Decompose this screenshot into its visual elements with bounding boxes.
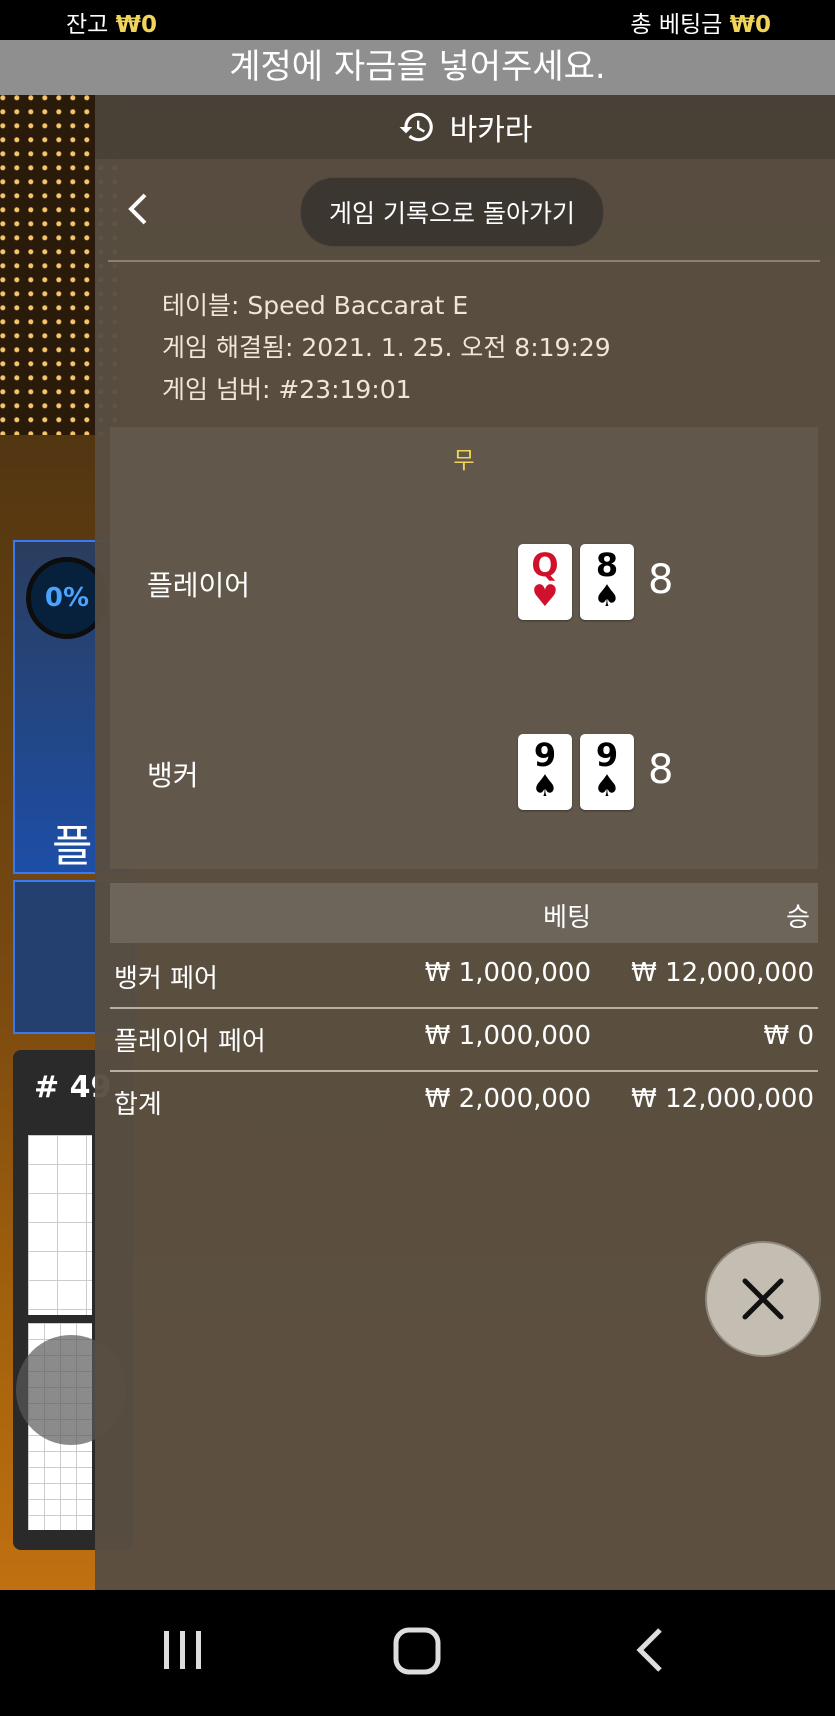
row-bet: ₩ 1,000,000	[424, 1021, 591, 1051]
player-hand-label: 플레이어	[147, 569, 251, 602]
game-history-panel: 바카라 게임 기록으로 돌아가기 테이블: Speed Baccarat E 게…	[95, 95, 835, 1590]
table-row: 플레이어 페어 ₩ 1,000,000 ₩ 0	[110, 1008, 818, 1072]
row-name: 뱅커 페어	[114, 964, 218, 994]
row-bet: ₩ 1,000,000	[424, 958, 591, 988]
banker-hand-label: 뱅커	[147, 759, 199, 792]
spade-icon: ♠	[593, 579, 621, 614]
balance-label: 잔고	[66, 12, 109, 38]
home-icon[interactable]	[391, 1625, 443, 1677]
settled-time: 게임 해결됨: 2021. 1. 25. 오전 8:19:29	[162, 333, 611, 362]
recent-apps-icon[interactable]	[158, 1625, 208, 1675]
balance-value: ₩0	[115, 12, 158, 38]
deposit-banner[interactable]: 계정에 자금을 넣어주세요.	[0, 40, 835, 95]
close-icon	[742, 1278, 784, 1320]
table-name: 테이블: Speed Baccarat E	[162, 291, 469, 320]
panel-title: 바카라	[449, 113, 533, 148]
banker-card-2: 9 ♠	[580, 734, 634, 810]
bead-road-grid	[28, 1135, 92, 1315]
player-card-1: Q ♥	[518, 544, 572, 620]
result-box: 무 플레이어 Q ♥ 8 ♠ 8 뱅커 9 ♠ 9 ♠ 8	[110, 427, 818, 869]
bet-table-header: 베팅 승	[110, 883, 818, 943]
back-to-history-button[interactable]: 게임 기록으로 돌아가기	[300, 177, 604, 247]
system-nav-bar	[0, 1590, 835, 1716]
back-chevron-icon[interactable]	[123, 189, 163, 229]
banker-score: 8	[648, 747, 674, 793]
total-bet: 총 베팅금 ₩0	[630, 5, 771, 39]
row-name: 플레이어 페어	[114, 1027, 266, 1057]
header-bet: 베팅	[543, 903, 591, 933]
game-number: 게임 넘버: #23:19:01	[162, 375, 412, 404]
header-win: 승	[786, 903, 810, 933]
spade-icon: ♠	[593, 769, 621, 804]
back-icon[interactable]	[630, 1625, 670, 1675]
panel-nav: 게임 기록으로 돌아가기	[95, 159, 835, 261]
total-bet-value: ₩0	[729, 12, 771, 38]
row-name: 합계	[114, 1090, 162, 1120]
heart-icon: ♥	[531, 579, 559, 614]
row-win: ₩ 12,000,000	[631, 958, 814, 988]
history-icon	[399, 112, 433, 142]
outcome-label: 무	[453, 448, 475, 474]
player-card-2: 8 ♠	[580, 544, 634, 620]
close-button[interactable]	[705, 1241, 821, 1357]
balance: 잔고 ₩0	[66, 5, 157, 39]
player-score: 8	[648, 557, 674, 603]
total-bet-label: 총 베팅금	[630, 12, 723, 38]
row-win: ₩ 0	[763, 1021, 814, 1051]
player-area-label: 플	[52, 821, 93, 872]
table-row: 뱅커 페어 ₩ 1,000,000 ₩ 12,000,000	[110, 945, 818, 1009]
divider	[108, 260, 820, 262]
banker-card-1: 9 ♠	[518, 734, 572, 810]
game-info: 테이블: Speed Baccarat E 게임 해결됨: 2021. 1. 2…	[162, 285, 611, 411]
top-status-bar: 잔고 ₩0 총 베팅금 ₩0	[0, 0, 835, 40]
row-bet: ₩ 2,000,000	[424, 1084, 591, 1114]
spade-icon: ♠	[531, 769, 559, 804]
table-row-total: 합계 ₩ 2,000,000 ₩ 12,000,000	[110, 1071, 818, 1133]
panel-header: 바카라	[95, 95, 835, 159]
row-win: ₩ 12,000,000	[631, 1084, 814, 1114]
